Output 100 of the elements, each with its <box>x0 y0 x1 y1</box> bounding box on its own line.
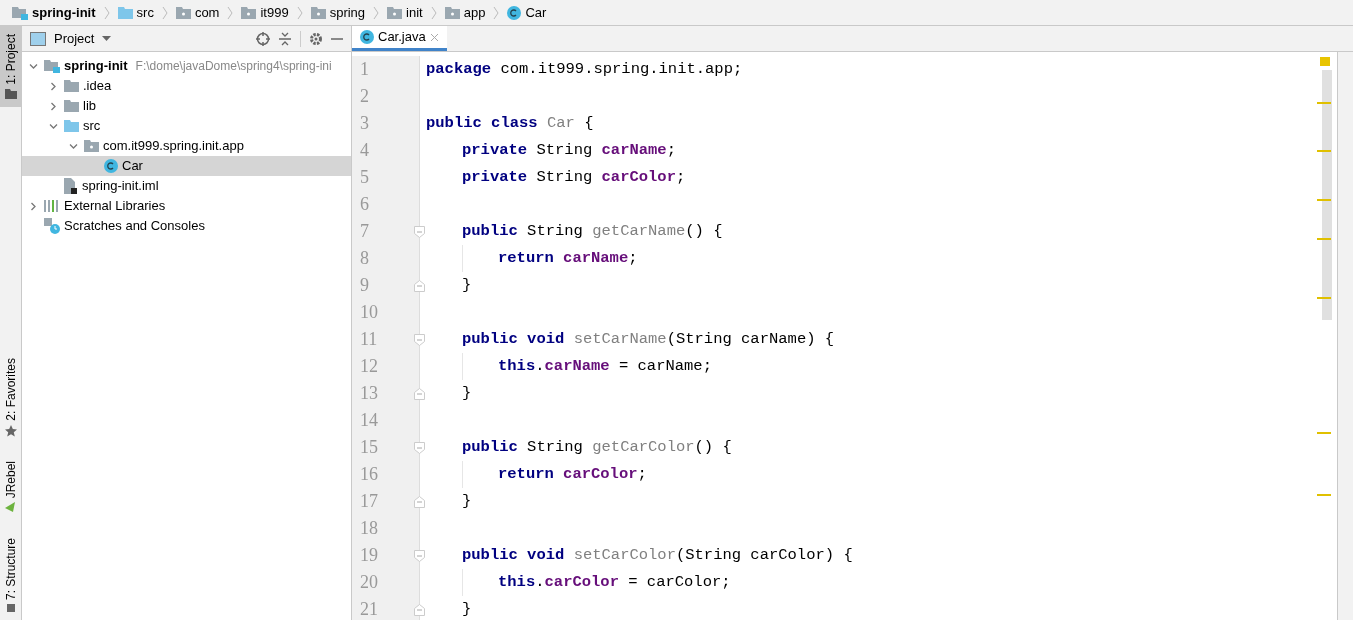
tool-window-label: 1: Project <box>2 34 19 85</box>
tree-item-label: src <box>83 117 101 136</box>
folder-icon <box>64 120 79 132</box>
editor-tab[interactable]: Car.java <box>352 26 447 51</box>
tool-window-button[interactable]: 1: Project <box>0 26 21 107</box>
line-number: 7 <box>359 220 369 243</box>
panel-icon <box>30 31 46 46</box>
class-icon <box>104 159 118 173</box>
separator-icon <box>103 5 110 20</box>
breadcrumb[interactable]: src <box>113 2 158 23</box>
fold-start-icon[interactable] <box>414 549 425 562</box>
file-icon <box>64 178 78 194</box>
chevron-right-icon[interactable] <box>28 201 38 211</box>
structure-icon <box>6 604 15 612</box>
tree-item[interactable]: Car <box>22 156 351 176</box>
fold-start-icon[interactable] <box>414 441 425 454</box>
breadcrumb[interactable]: it999 <box>237 2 293 23</box>
tree-item[interactable]: spring-init.iml <box>22 176 351 196</box>
code-line: private String carColor; <box>462 166 686 188</box>
scratches-icon <box>44 218 60 234</box>
line-number: 16 <box>359 463 378 486</box>
folder-icon <box>64 80 79 92</box>
module-path: F:\dome\javaDome\spring4\spring-ini <box>135 58 332 75</box>
tree-item[interactable]: Scratches and Consoles <box>22 216 351 236</box>
warning-icon <box>1320 57 1330 66</box>
code-line: } <box>462 274 472 296</box>
breadcrumb[interactable]: com <box>171 2 224 23</box>
fold-end-icon[interactable] <box>414 603 425 616</box>
tree-item-label: spring-init <box>64 57 128 76</box>
fold-end-icon[interactable] <box>414 387 425 400</box>
tree-item[interactable]: com.it999.spring.init.app <box>22 136 351 156</box>
tree-item-label: com.it999.spring.init.app <box>103 137 244 156</box>
tree-item[interactable]: lib <box>22 96 351 116</box>
tool-window-label: JRebel <box>2 460 19 498</box>
package-icon <box>241 6 257 19</box>
code-line: public String getCarColor() { <box>462 436 732 458</box>
collapse-icon[interactable] <box>278 31 292 46</box>
line-number: 2 <box>359 85 369 108</box>
line-number: 13 <box>359 382 378 405</box>
tree-item-label: Car <box>122 157 143 176</box>
folder-icon <box>117 6 133 19</box>
breadcrumb[interactable]: init <box>383 2 427 23</box>
package-icon <box>310 6 326 19</box>
caret-icon <box>102 36 112 41</box>
package-icon <box>175 6 191 19</box>
module-icon <box>12 5 28 20</box>
warning-mark <box>1317 150 1331 152</box>
scroll-thumb[interactable] <box>1322 70 1332 320</box>
line-number: 6 <box>359 193 369 216</box>
chevron-down-icon[interactable] <box>28 61 38 71</box>
warning-mark <box>1317 494 1331 496</box>
settings-icon[interactable] <box>309 31 323 46</box>
tree-item-label: Scratches and Consoles <box>64 217 205 236</box>
line-number: 9 <box>359 274 369 297</box>
close-icon[interactable] <box>429 32 439 42</box>
libraries-icon <box>44 200 60 212</box>
fold-end-icon[interactable] <box>414 495 425 508</box>
tree-item[interactable]: src <box>22 116 351 136</box>
breadcrumb[interactable]: spring <box>306 2 370 23</box>
view-dropdown[interactable]: Project <box>54 28 112 49</box>
warning-mark <box>1317 199 1331 201</box>
code-line: } <box>462 490 472 512</box>
line-number: 21 <box>359 598 378 620</box>
tool-window-button[interactable]: JRebel <box>0 452 21 522</box>
tree-item-label: lib <box>83 97 96 116</box>
code-line: package com.it999.spring.init.app; <box>426 58 743 80</box>
breadcrumb[interactable]: spring-init <box>8 2 100 23</box>
tree-item[interactable]: External Libraries <box>22 196 351 216</box>
tree-item-label: .idea <box>83 77 112 96</box>
code-line: public void setCarColor(String carColor) { <box>462 544 853 566</box>
separator-icon <box>493 5 500 20</box>
package-icon <box>444 6 460 19</box>
tree-item[interactable]: spring-init F:\dome\javaDome\spring4\spring-ini <box>22 56 351 76</box>
separator-icon <box>227 5 234 20</box>
locate-icon[interactable] <box>256 31 270 46</box>
tool-window-label: 7: Structure <box>2 537 19 600</box>
warning-mark <box>1317 102 1331 104</box>
package-icon <box>84 140 99 152</box>
warning-mark <box>1317 238 1331 240</box>
code-line: } <box>462 382 472 404</box>
package-icon <box>387 6 403 19</box>
breadcrumb[interactable]: Car <box>503 2 551 23</box>
line-number: 4 <box>359 139 369 162</box>
breadcrumb[interactable]: app <box>440 2 490 23</box>
line-number: 15 <box>359 436 378 459</box>
code-line: this.carColor = carColor; <box>498 571 731 593</box>
fold-start-icon[interactable] <box>414 333 425 346</box>
tool-window-button[interactable]: 7: Structure <box>0 529 21 620</box>
line-number: 5 <box>359 166 369 189</box>
tree-item-label: External Libraries <box>64 197 166 216</box>
tool-window-button[interactable]: 2: Favorites <box>0 349 21 445</box>
class-icon <box>360 30 374 44</box>
line-number: 11 <box>359 328 378 351</box>
fold-start-icon[interactable] <box>414 225 425 238</box>
code-line: public void setCarName(String carName) { <box>462 328 835 350</box>
line-number: 12 <box>359 355 378 378</box>
jrebel-icon <box>4 501 17 514</box>
fold-end-icon[interactable] <box>414 279 425 292</box>
module-icon <box>44 59 60 73</box>
tree-item[interactable]: .idea <box>22 76 351 96</box>
